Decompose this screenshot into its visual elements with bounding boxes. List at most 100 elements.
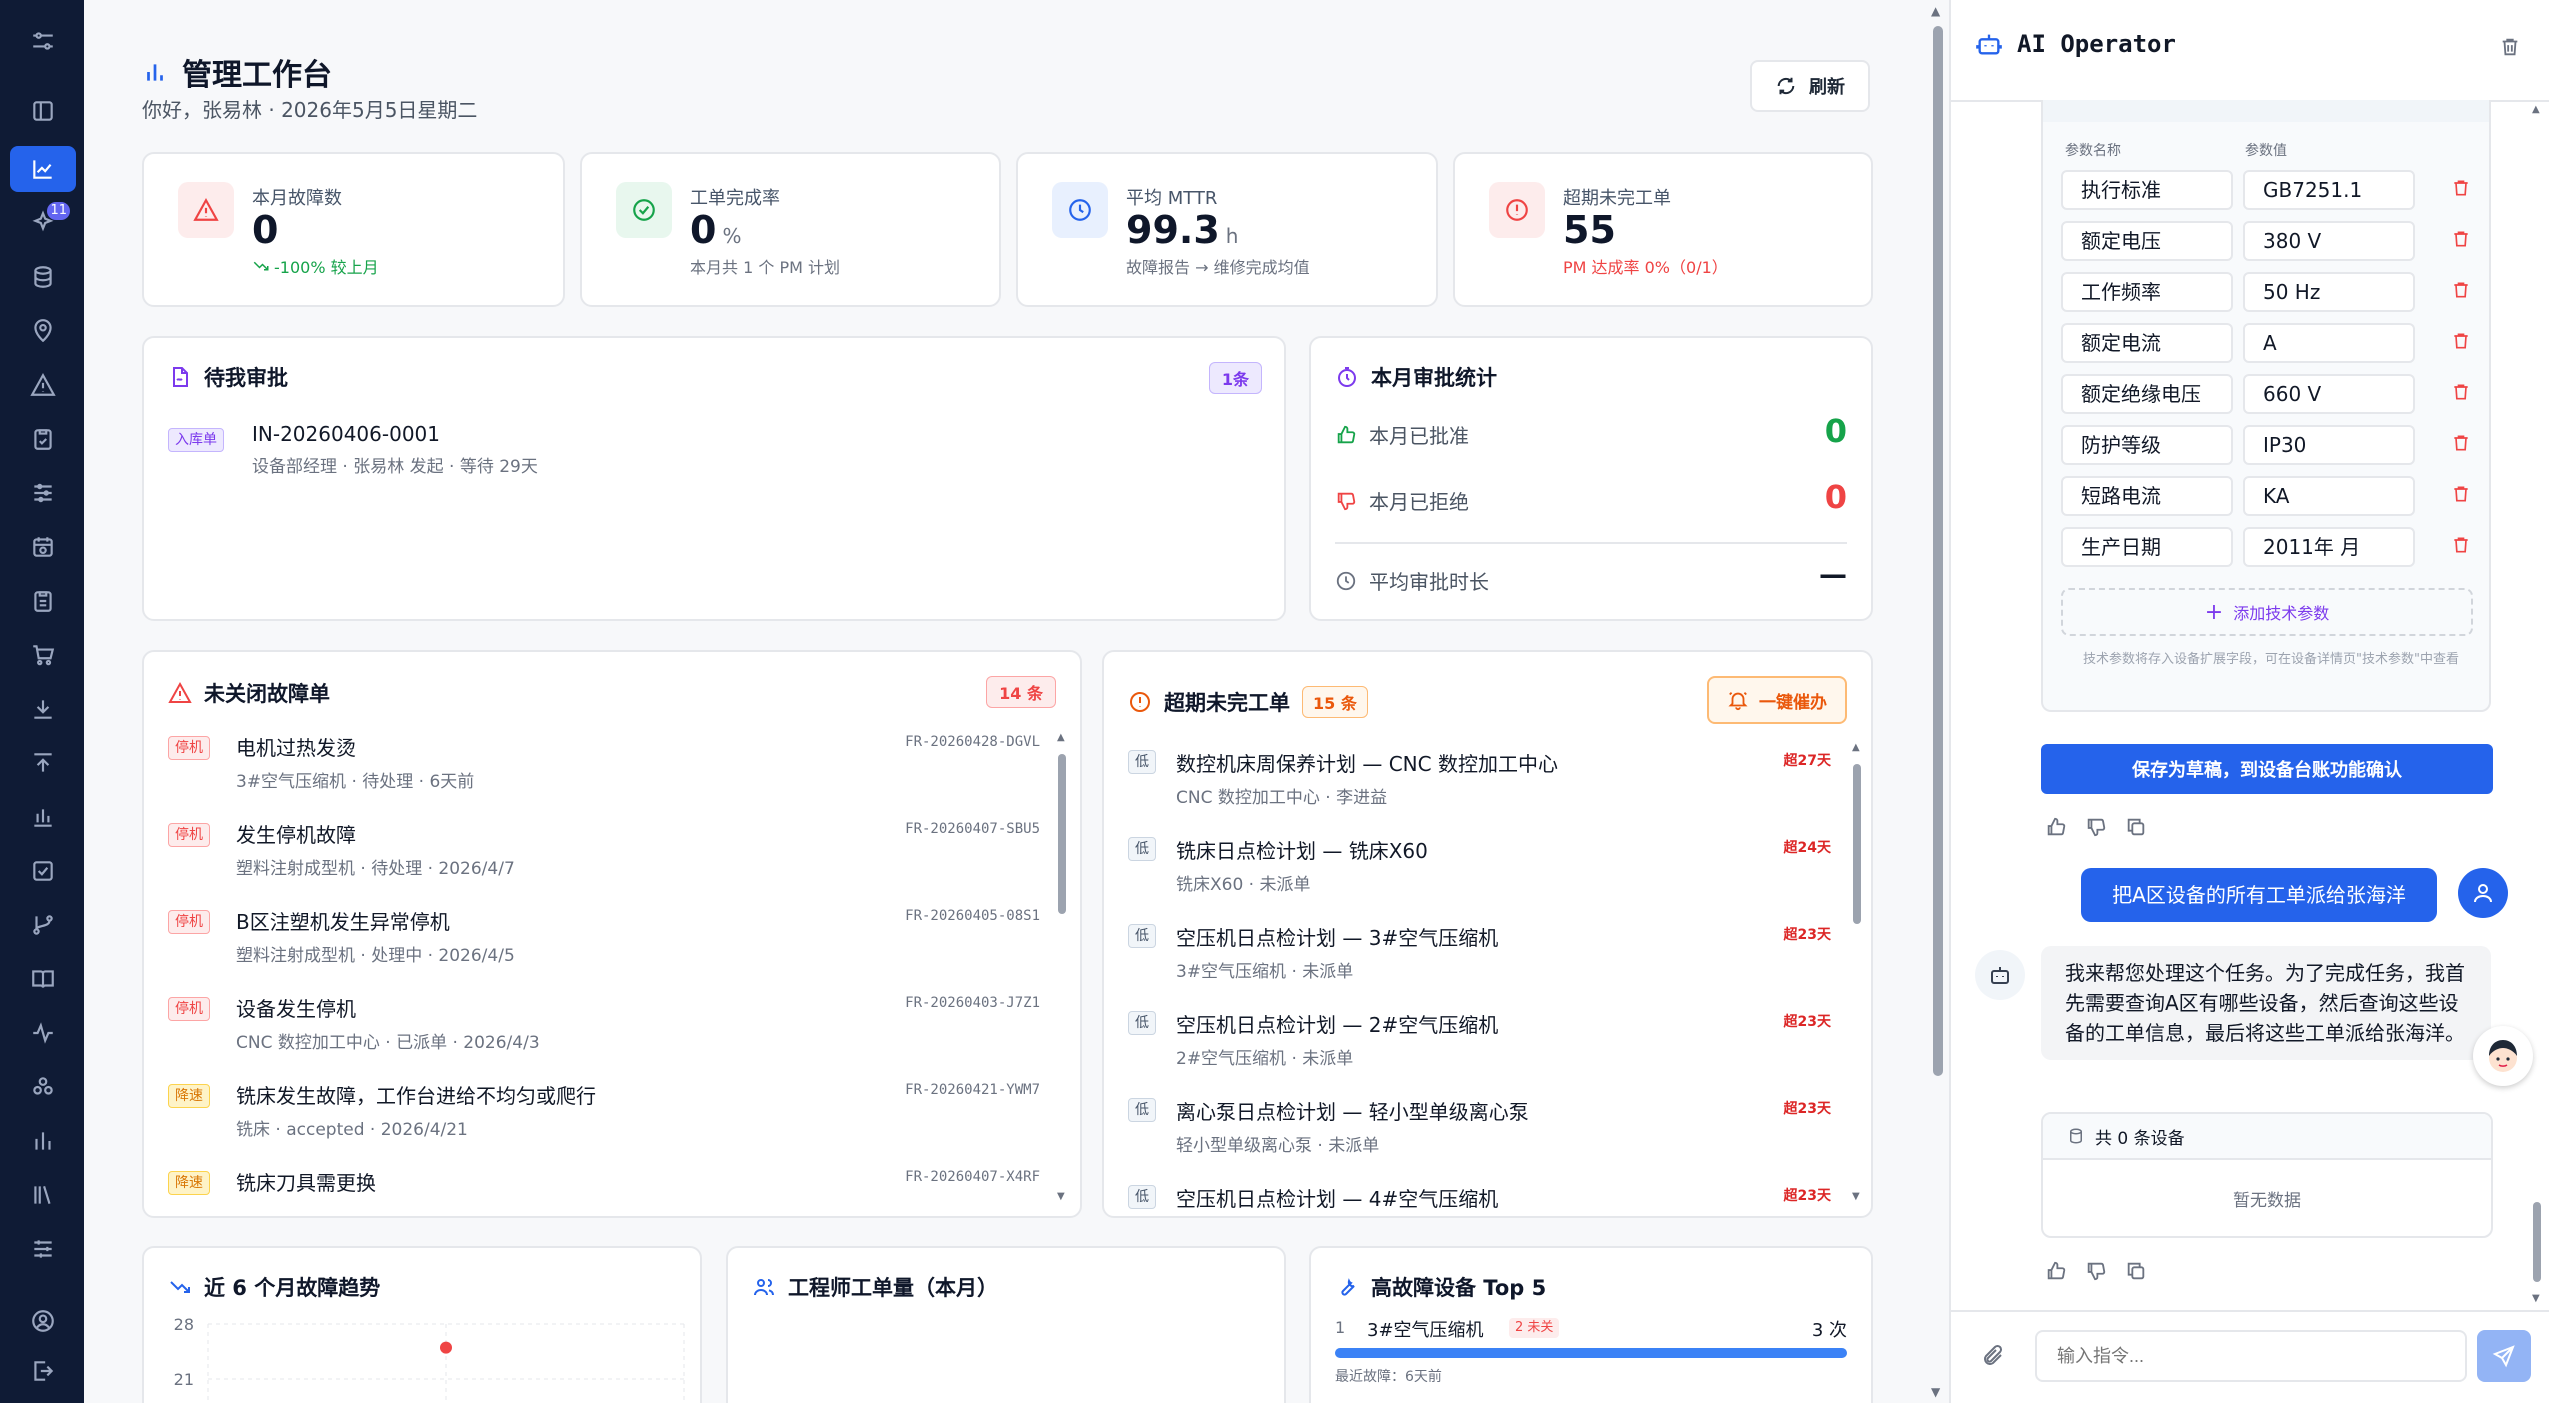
assistant-face-icon — [2489, 1040, 2517, 1072]
overdue-days: 超23天 — [1783, 1014, 1831, 1030]
approval-item[interactable]: 入库单 IN-20260406-0001 设备部经理 · 张易林 发起 · 等待… — [168, 422, 1260, 492]
thumbs-up-icon[interactable] — [2045, 816, 2067, 842]
download-icon[interactable] — [10, 686, 76, 732]
param-name-field[interactable]: 额定电压 — [2061, 221, 2233, 261]
assistant-avatar[interactable] — [2473, 1026, 2533, 1086]
delete-param-icon[interactable] — [2451, 280, 2471, 304]
overdue-title: 空压机日点检计划 — 3#空气压缩机 — [1176, 926, 1499, 950]
progress-track — [1335, 1348, 1847, 1358]
sliders-icon[interactable] — [10, 470, 76, 516]
panel-icon[interactable] — [10, 88, 76, 134]
clipboard-check-icon[interactable] — [10, 416, 76, 462]
remind-all-button[interactable]: 一键催办 — [1707, 676, 1847, 724]
kpi-change: -100% 较上月 — [252, 254, 379, 278]
approvals-count-badge: 1条 — [1208, 362, 1262, 394]
sparkles-icon[interactable]: 11 — [10, 200, 76, 246]
param-name-field[interactable]: 防护等级 — [2061, 425, 2233, 465]
clipboard-list-icon[interactable] — [10, 578, 76, 624]
overdue-scrollbar[interactable]: ▲ ▼ — [1851, 742, 1863, 1202]
param-value-field[interactable]: 380 V — [2243, 221, 2415, 261]
check-circle-icon — [616, 182, 672, 238]
copy-icon[interactable] — [2125, 1260, 2147, 1286]
trend-chart-icon[interactable] — [10, 146, 76, 192]
param-value-field[interactable]: 660 V — [2243, 374, 2415, 414]
data-point[interactable] — [440, 1341, 452, 1354]
engineer-workload-card: 工程师工单量（本月） — [726, 1246, 1286, 1403]
param-value-field[interactable]: A — [2243, 323, 2415, 363]
logout-icon[interactable] — [10, 1348, 76, 1394]
upload-icon[interactable] — [10, 740, 76, 786]
overdue-sub: 轻小型单级离心泵 · 未派单 — [1176, 1136, 1380, 1156]
delete-param-icon[interactable] — [2451, 229, 2471, 253]
chat-input[interactable] — [2035, 1330, 2467, 1382]
bar-chart-icon[interactable] — [10, 794, 76, 840]
clear-chat-button[interactable] — [2499, 36, 2521, 62]
user-circle-icon[interactable] — [10, 1298, 76, 1344]
bar-chart-icon — [147, 64, 163, 81]
copy-icon[interactable] — [2125, 816, 2147, 842]
delete-param-icon[interactable] — [2451, 178, 2471, 202]
unclosed-tag: 2 未关 — [1509, 1318, 1560, 1338]
main-scrollbar[interactable]: ▲ ▼ — [1930, 0, 1944, 1403]
thumbs-up-icon[interactable] — [2045, 1260, 2067, 1286]
fault-code: FR-20260405-08S1 — [905, 908, 1040, 924]
top-device-item[interactable]: 1 3#空气压缩机 2 未关 3 次 最近故障：6天前 — [1335, 1318, 1847, 1385]
trash-icon — [2502, 38, 2518, 56]
kpi-sub: 故障报告 → 维修完成均值 — [1126, 258, 1310, 277]
activity-icon[interactable] — [10, 1010, 76, 1056]
database-icon[interactable] — [10, 254, 76, 300]
overdue-sub: 3#空气压缩机 · 未派单 — [1176, 962, 1354, 982]
param-name-field[interactable]: 短路电流 — [2061, 476, 2233, 516]
faults-scrollbar[interactable]: ▲ ▼ — [1056, 732, 1068, 1202]
check-square-icon[interactable] — [10, 848, 76, 894]
attach-button[interactable] — [1981, 1344, 2005, 1372]
bot-avatar — [1975, 950, 2025, 1000]
param-name-field[interactable]: 额定电流 — [2061, 323, 2233, 363]
overdue-text: 数控机床周保养计划 — CNC 数控加工中心 CNC 数控加工中心 · 李进益 — [1176, 748, 1558, 808]
delete-param-icon[interactable] — [2451, 535, 2471, 559]
filters-icon[interactable] — [10, 1226, 76, 1272]
param-name-field[interactable]: 执行标准 — [2061, 170, 2233, 210]
library-icon[interactable] — [10, 1172, 76, 1218]
settings-sliders-icon[interactable] — [10, 18, 76, 64]
book-open-icon[interactable] — [10, 956, 76, 1002]
delete-param-icon[interactable] — [2451, 331, 2471, 355]
rejected-value: 0 — [1824, 478, 1847, 516]
param-name-field[interactable]: 生产日期 — [2061, 527, 2233, 567]
overdue-text: 铣床日点检计划 — 铣床X60 铣床X60 · 未派单 — [1176, 835, 1428, 895]
thumbs-down-icon[interactable] — [2085, 816, 2107, 842]
param-name-field[interactable]: 额定绝缘电压 — [2061, 374, 2233, 414]
send-button[interactable] — [2477, 1330, 2531, 1382]
add-param-button[interactable]: + 添加技术参数 — [2061, 588, 2473, 636]
param-value-field[interactable]: 2011年 月 — [2243, 527, 2415, 567]
alert-triangle-icon[interactable] — [10, 362, 76, 408]
avg-time-stat: 平均审批时长 — [1335, 566, 1489, 595]
overdue-days: 超23天 — [1783, 1101, 1831, 1117]
refresh-button[interactable]: 刷新 — [1750, 60, 1870, 112]
fault-title: B区注塑机发生异常停机 — [236, 910, 450, 934]
last-fault: 最近故障：6天前 — [1335, 1369, 1442, 1385]
fault-sub: 铣床 · accepted · 2026/4/21 — [236, 1120, 468, 1140]
thumbs-down-icon[interactable] — [2085, 1260, 2107, 1286]
apps-icon[interactable] — [10, 1064, 76, 1110]
delete-param-icon[interactable] — [2451, 484, 2471, 508]
chat-header: AI Operator — [1975, 30, 2176, 58]
param-value-field[interactable]: KA — [2243, 476, 2415, 516]
timer-icon — [1338, 367, 1356, 387]
git-branch-icon[interactable] — [10, 902, 76, 948]
approved-stat: 本月已批准 — [1335, 420, 1469, 449]
chat-scrollbar[interactable]: ▲ ▼ — [2531, 104, 2543, 1304]
cart-icon[interactable] — [10, 632, 76, 678]
open-faults-card: 未关闭故障单 14 条 停机 电机过热发烫 3#空气压缩机 · 待处理 · 6天前 F… — [142, 650, 1082, 1218]
param-value-field[interactable]: IP30 — [2243, 425, 2415, 465]
device-result-table: 共 0 条设备 暂无数据 — [2041, 1112, 2493, 1238]
param-value-field[interactable]: 50 Hz — [2243, 272, 2415, 312]
delete-param-icon[interactable] — [2451, 433, 2471, 457]
param-value-field[interactable]: GB7251.1 — [2243, 170, 2415, 210]
calendar-clock-icon[interactable] — [10, 524, 76, 570]
location-pin-icon[interactable] — [10, 308, 76, 354]
column-chart-icon[interactable] — [10, 1118, 76, 1164]
save-draft-button[interactable]: 保存为草稿，到设备台账功能确认 — [2041, 744, 2493, 794]
delete-param-icon[interactable] — [2451, 382, 2471, 406]
param-name-field[interactable]: 工作频率 — [2061, 272, 2233, 312]
